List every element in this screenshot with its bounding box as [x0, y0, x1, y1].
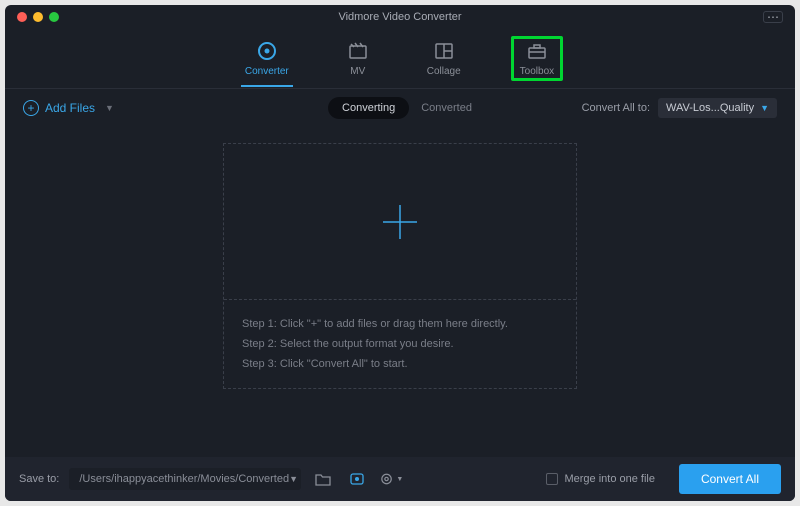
app-window: Vidmore Video Converter ⋯ Converter MV C…: [5, 5, 795, 501]
chevron-down-icon: ▼: [289, 474, 298, 484]
open-folder-button[interactable]: [311, 468, 335, 490]
instructions: Step 1: Click "+" to add files or drag t…: [224, 300, 576, 388]
merge-option[interactable]: Merge into one file: [546, 473, 655, 485]
tab-collage[interactable]: Collage: [419, 36, 469, 81]
settings-button[interactable]: ▼: [379, 468, 403, 490]
chevron-down-icon[interactable]: ▼: [105, 103, 114, 113]
gpu-accel-button[interactable]: [345, 468, 369, 490]
add-files-label: Add Files: [45, 101, 95, 115]
plus-icon: [377, 199, 423, 245]
status-tabs: Converting Converted: [328, 97, 472, 119]
tab-label: Converter: [245, 66, 289, 77]
main-nav: Converter MV Collage Toolbox: [5, 29, 795, 89]
tab-converter[interactable]: Converter: [237, 36, 297, 81]
mv-icon: [347, 40, 369, 62]
collage-icon: [433, 40, 455, 62]
tab-converting[interactable]: Converting: [328, 97, 409, 119]
merge-label: Merge into one file: [564, 473, 655, 485]
folder-icon: [315, 472, 331, 486]
checkbox-icon[interactable]: [546, 473, 558, 485]
save-path-value: /Users/ihappyacethinker/Movies/Converted: [79, 473, 289, 485]
chevron-down-icon: ▼: [760, 103, 769, 113]
tab-toolbox[interactable]: Toolbox: [511, 36, 563, 81]
chevron-down-icon: ▼: [396, 476, 403, 483]
step-text: Step 3: Click "Convert All" to start.: [242, 354, 558, 374]
add-files-button[interactable]: + Add Files ▼: [23, 100, 114, 116]
save-to-label: Save to:: [19, 473, 59, 485]
convert-all-button[interactable]: Convert All: [679, 464, 781, 494]
save-path-select[interactable]: /Users/ihappyacethinker/Movies/Converted…: [69, 468, 301, 490]
toolbox-icon: [526, 40, 548, 62]
drop-zone: Step 1: Click "+" to add files or drag t…: [223, 143, 577, 389]
more-icon[interactable]: ⋯: [763, 11, 783, 23]
drop-zone-add[interactable]: [224, 144, 576, 300]
converter-icon: [256, 40, 278, 62]
convert-all-to: Convert All to: WAV-Los...Quality ▼: [582, 98, 777, 118]
convert-all-label: Convert All to:: [582, 102, 650, 114]
plus-circle-icon: +: [23, 100, 39, 116]
gear-icon: [379, 471, 394, 487]
tab-mv[interactable]: MV: [339, 36, 377, 81]
tab-converted[interactable]: Converted: [421, 102, 472, 114]
sub-toolbar: + Add Files ▼ Converting Converted Conve…: [5, 89, 795, 127]
tab-label: Toolbox: [520, 66, 554, 77]
tab-label: Collage: [427, 66, 461, 77]
bottom-bar: Save to: /Users/ihappyacethinker/Movies/…: [5, 457, 795, 501]
window-title: Vidmore Video Converter: [5, 11, 795, 23]
format-value: WAV-Los...Quality: [666, 102, 754, 114]
chip-icon: [348, 471, 366, 487]
content-area: Step 1: Click "+" to add files or drag t…: [5, 127, 795, 389]
step-text: Step 1: Click "+" to add files or drag t…: [242, 314, 558, 334]
tab-label: MV: [350, 66, 365, 77]
format-select[interactable]: WAV-Los...Quality ▼: [658, 98, 777, 118]
step-text: Step 2: Select the output format you des…: [242, 334, 558, 354]
titlebar: Vidmore Video Converter ⋯: [5, 5, 795, 29]
